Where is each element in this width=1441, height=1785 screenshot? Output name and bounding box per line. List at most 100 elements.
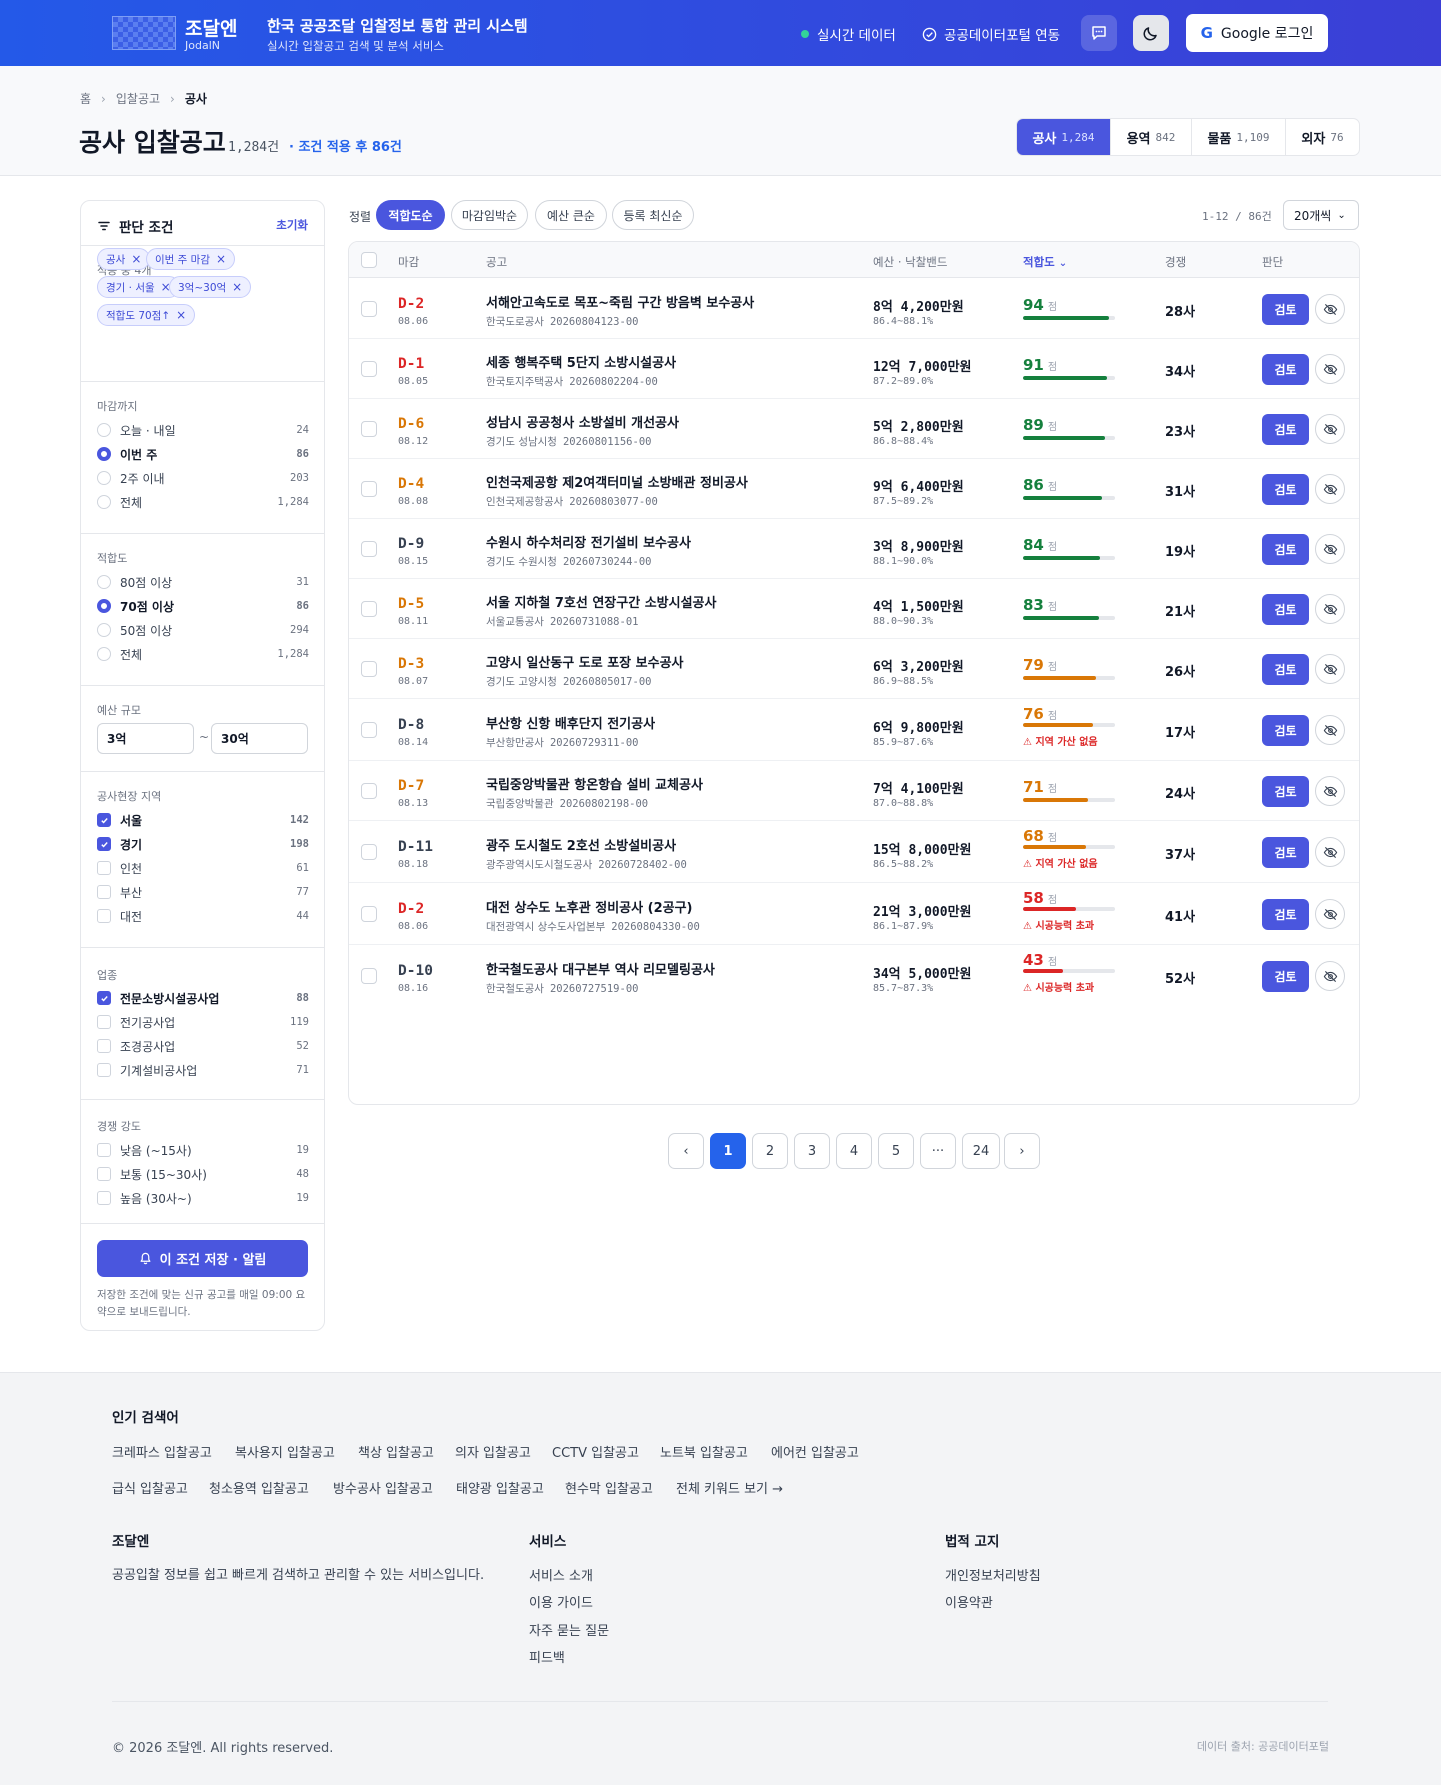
hide-notice-button[interactable] <box>1315 837 1345 867</box>
row-checkbox[interactable] <box>361 361 377 377</box>
hide-notice-button[interactable] <box>1315 961 1345 991</box>
table-row[interactable]: D-7 08.13 국립중앙박물관 항온항습 설비 교체공사 국립중앙박물관 20260… <box>349 761 1359 821</box>
popular-keyword-link[interactable]: 책상 입찰공고 <box>358 1442 434 1461</box>
filter-chip[interactable]: 3억~30억 × <box>169 276 252 298</box>
sort-latest-button[interactable]: 등록 최신순 <box>612 200 694 230</box>
region-option[interactable]: 경기 198 <box>97 834 309 854</box>
popular-keyword-link[interactable]: 에어컨 입찰공고 <box>771 1442 859 1461</box>
row-checkbox[interactable] <box>361 601 377 617</box>
notice-title[interactable]: 광주 도시철도 2호선 소방설비공사 <box>486 835 676 854</box>
tab-foreign[interactable]: 외자 76 <box>1285 119 1359 155</box>
notice-title[interactable]: 서울 지하철 7호선 연장구간 소방시설공사 <box>486 592 716 611</box>
popular-keyword-link[interactable]: 크레파스 입찰공고 <box>112 1442 212 1461</box>
breadcrumb-home[interactable]: 홈 <box>80 90 91 107</box>
popular-keyword-link[interactable]: 청소용역 입찰공고 <box>209 1478 309 1497</box>
notice-title[interactable]: 국립중앙박물관 항온항습 설비 교체공사 <box>486 774 703 793</box>
tab-construction[interactable]: 공사 1,284 <box>1017 119 1110 155</box>
review-button[interactable]: 검토 <box>1262 961 1309 992</box>
table-row[interactable]: D-11 08.18 광주 도시철도 2호선 소방설비공사 광주광역시도시철도공사 20… <box>349 821 1359 883</box>
competition-option[interactable]: 보통 (15~30사) 48 <box>97 1164 309 1184</box>
review-button[interactable]: 검토 <box>1262 294 1309 325</box>
review-button[interactable]: 검토 <box>1262 715 1309 746</box>
review-button[interactable]: 검토 <box>1262 776 1309 807</box>
radio-button[interactable] <box>97 575 111 589</box>
region-option[interactable]: 대전 44 <box>97 906 309 926</box>
checkbox[interactable] <box>97 991 111 1005</box>
footer-link-privacy[interactable]: 개인정보처리방침 <box>945 1565 1041 1584</box>
footer-link-faq[interactable]: 자주 묻는 질문 <box>529 1620 609 1639</box>
col-fitness[interactable]: 적합도 ⌄ <box>1023 254 1067 270</box>
industry-option[interactable]: 조경공사업 52 <box>97 1036 309 1056</box>
competition-option[interactable]: 높음 (30사~) 19 <box>97 1188 309 1208</box>
hide-notice-button[interactable] <box>1315 899 1345 929</box>
review-button[interactable]: 검토 <box>1262 594 1309 625</box>
checkbox[interactable] <box>97 1191 111 1205</box>
page-button-1[interactable]: 1 <box>710 1133 746 1169</box>
fitness-option[interactable]: 70점 이상 86 <box>97 596 309 616</box>
popular-keyword-link[interactable]: 복사용지 입찰공고 <box>235 1442 335 1461</box>
hide-notice-button[interactable] <box>1315 594 1345 624</box>
popular-keyword-link[interactable]: 의자 입찰공고 <box>455 1442 531 1461</box>
popular-keyword-link[interactable]: 태양광 입찰공고 <box>456 1478 544 1497</box>
radio-button[interactable] <box>97 495 111 509</box>
breadcrumb-notices[interactable]: 입찰공고 <box>116 90 160 107</box>
radio-button[interactable] <box>97 599 111 613</box>
table-row[interactable]: D-8 08.14 부산항 신항 배후단지 전기공사 부산항만공사 2026072931… <box>349 699 1359 761</box>
notice-title[interactable]: 고양시 일산동구 도로 포장 보수공사 <box>486 652 684 671</box>
review-button[interactable]: 검토 <box>1262 414 1309 445</box>
table-row[interactable]: D-4 08.08 인천국제공항 제2여객터미널 소방배관 정비공사 인천국제공항공사… <box>349 459 1359 519</box>
hide-notice-button[interactable] <box>1315 776 1345 806</box>
popular-keyword-link[interactable]: 방수공사 입찰공고 <box>333 1478 433 1497</box>
notice-title[interactable]: 대전 상수도 노후관 정비공사 (2공구) <box>486 897 692 916</box>
checkbox[interactable] <box>97 1063 111 1077</box>
industry-option[interactable]: 전문소방시설공사업 88 <box>97 988 309 1008</box>
checkbox[interactable] <box>97 813 111 827</box>
review-button[interactable]: 검토 <box>1262 654 1309 685</box>
sort-deadline-button[interactable]: 마감임박순 <box>451 200 528 230</box>
review-button[interactable]: 검토 <box>1262 534 1309 565</box>
hide-notice-button[interactable] <box>1315 414 1345 444</box>
row-checkbox[interactable] <box>361 301 377 317</box>
notice-title[interactable]: 수원시 하수처리장 전기설비 보수공사 <box>486 532 691 551</box>
checkbox[interactable] <box>97 1143 111 1157</box>
footer-link-feedback[interactable]: 피드백 <box>529 1647 565 1666</box>
hide-notice-button[interactable] <box>1315 715 1345 745</box>
footer-link-about[interactable]: 서비스 소개 <box>529 1565 593 1584</box>
logo-name[interactable]: 조달엔 <box>185 14 237 41</box>
row-checkbox[interactable] <box>361 541 377 557</box>
deadline-option[interactable]: 전체 1,284 <box>97 492 309 512</box>
table-row[interactable]: D-3 08.07 고양시 일산동구 도로 포장 보수공사 경기도 고양시청 20260… <box>349 639 1359 699</box>
per-page-select[interactable]: 20개씩 ⌄ <box>1283 200 1359 230</box>
fitness-option[interactable]: 50점 이상 294 <box>97 620 309 640</box>
deadline-option[interactable]: 이번 주 86 <box>97 444 309 464</box>
page-button-3[interactable]: 3 <box>794 1133 830 1169</box>
hide-notice-button[interactable] <box>1315 294 1345 324</box>
notice-title[interactable]: 한국철도공사 대구본부 역사 리모델링공사 <box>486 959 715 978</box>
google-login-button[interactable]: G Google 로그인 <box>1186 14 1328 52</box>
table-row[interactable]: D-10 08.16 한국철도공사 대구본부 역사 리모델링공사 한국철도공사 2026… <box>349 945 1359 1007</box>
fitness-option[interactable]: 전체 1,284 <box>97 644 309 664</box>
hide-notice-button[interactable] <box>1315 354 1345 384</box>
notice-title[interactable]: 인천국제공항 제2여객터미널 소방배관 정비공사 <box>486 472 748 491</box>
filter-chip[interactable]: 이번 주 마감 × <box>146 248 236 270</box>
radio-button[interactable] <box>97 647 111 661</box>
popular-keyword-link[interactable]: 급식 입찰공고 <box>112 1478 188 1497</box>
notice-title[interactable]: 서해안고속도로 목포~죽림 구간 방음벽 보수공사 <box>486 292 754 311</box>
close-icon[interactable]: × <box>131 252 141 266</box>
deadline-option[interactable]: 오늘 · 내일 24 <box>97 420 309 440</box>
footer-link-guide[interactable]: 이용 가이드 <box>529 1592 593 1611</box>
fitness-option[interactable]: 80점 이상 31 <box>97 572 309 592</box>
checkbox[interactable] <box>97 1167 111 1181</box>
checkbox[interactable] <box>97 861 111 875</box>
radio-button[interactable] <box>97 471 111 485</box>
table-row[interactable]: D-2 08.06 대전 상수도 노후관 정비공사 (2공구) 대전광역시 상수도사업… <box>349 883 1359 945</box>
next-page-button[interactable]: › <box>1004 1133 1040 1169</box>
radio-button[interactable] <box>97 623 111 637</box>
table-row[interactable]: D-2 08.06 서해안고속도로 목포~죽림 구간 방음벽 보수공사 한국도로공사 2… <box>349 279 1359 339</box>
popular-keyword-link[interactable]: 전체 키워드 보기 → <box>676 1478 783 1497</box>
sort-fitness-button[interactable]: 적합도순 <box>376 200 445 230</box>
radio-button[interactable] <box>97 423 111 437</box>
row-checkbox[interactable] <box>361 783 377 799</box>
notice-title[interactable]: 성남시 공공청사 소방설비 개선공사 <box>486 412 679 431</box>
region-option[interactable]: 서울 142 <box>97 810 309 830</box>
